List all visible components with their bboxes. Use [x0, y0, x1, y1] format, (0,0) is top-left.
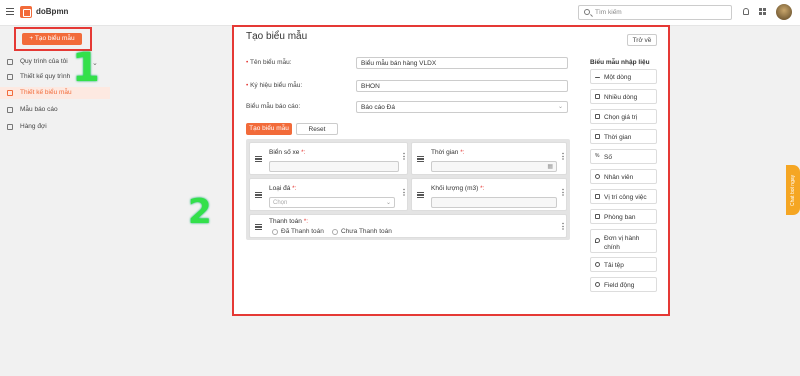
toolbox-title: Biểu mẫu nhập liệu: [590, 59, 650, 66]
toolbox-item-number[interactable]: % Số: [590, 149, 657, 164]
chatbot-tab[interactable]: Chat bot ngay: [786, 165, 800, 215]
form-canvas: Biển số xe *: ⋮ Thời gian *: ▦ ⋮ Loại đá…: [246, 139, 570, 240]
toolbox-item-dynamic-field[interactable]: Field động: [590, 277, 657, 292]
weight-input[interactable]: [431, 197, 557, 208]
drag-handle-icon[interactable]: [255, 192, 262, 198]
radio-unpaid[interactable]: [332, 229, 338, 235]
radio-label: Đã Thanh toán: [281, 228, 324, 235]
stone-type-select[interactable]: Chọn ⌄: [269, 197, 395, 208]
drag-handle-icon[interactable]: [417, 192, 424, 198]
toolbox-item-department[interactable]: Phòng ban: [590, 209, 657, 224]
design-icon: [7, 74, 13, 80]
field-label: Thanh toán *:: [269, 218, 309, 225]
toolbox-item-multi-line[interactable]: Nhiều dòng: [590, 89, 657, 104]
form-name-input[interactable]: Biểu mẫu bán hàng VLDX: [356, 57, 568, 69]
report-icon: [7, 107, 13, 113]
toolbox-item-job-position[interactable]: Vị trí công việc: [590, 189, 657, 204]
bell-icon[interactable]: [743, 8, 749, 15]
sidebar-item-label: Thiết kế biểu mẫu: [20, 89, 72, 96]
location-icon: [595, 238, 600, 243]
report-form-select[interactable]: Báo cáo Đá ⌄: [356, 101, 568, 113]
form-icon: [7, 90, 13, 96]
plate-input[interactable]: [269, 161, 399, 172]
create-form-panel: Tạo biểu mẫu Trở về • Tên biểu mẫu: Biểu…: [232, 25, 670, 316]
calendar-icon: ▦: [547, 164, 553, 170]
form-code-input[interactable]: BHON: [356, 80, 568, 92]
person-icon: [595, 174, 600, 179]
form-code-label: • Ký hiệu biểu mẫu:: [246, 82, 303, 89]
drag-handle-icon[interactable]: [255, 224, 262, 230]
toolbox-item-upload[interactable]: Tải tệp: [590, 257, 657, 272]
line-icon: [595, 77, 600, 78]
reset-button[interactable]: Reset: [296, 123, 338, 135]
time-input[interactable]: ▦: [431, 161, 557, 172]
chevron-down-icon: ⌄: [385, 200, 391, 206]
app-logo-icon: [20, 6, 32, 18]
field-card-stone-type[interactable]: Loại đá *: Chọn ⌄ ⋮: [249, 178, 408, 211]
tab-create-form[interactable]: Tạo biểu mẫu: [246, 123, 292, 135]
avatar[interactable]: [776, 4, 792, 20]
calendar-icon: [595, 134, 600, 139]
radio-paid[interactable]: [272, 229, 278, 235]
toolbox-item-single-line[interactable]: Một dòng: [590, 69, 657, 84]
report-form-value: Báo cáo Đá: [361, 104, 395, 111]
toolbox-item-select[interactable]: Chọn giá trị: [590, 109, 657, 124]
more-options-icon[interactable]: ⋮: [559, 223, 567, 231]
radio-label: Chưa Thanh toán: [341, 228, 392, 235]
sidebar-item-label: Mẫu báo cáo: [20, 106, 58, 113]
field-label: Thời gian *:: [431, 149, 465, 156]
sidebar-item-label: Hàng đợi: [20, 123, 47, 130]
menu-icon[interactable]: [6, 8, 14, 15]
multiline-icon: [595, 94, 600, 99]
field-card-plate[interactable]: Biển số xe *: ⋮: [249, 142, 408, 175]
top-bar: doBpmn Tìm kiếm: [0, 0, 800, 26]
more-options-icon[interactable]: ⋮: [400, 153, 408, 161]
report-form-label: Biểu mẫu báo cáo:: [246, 103, 301, 110]
more-options-icon[interactable]: ⋮: [400, 189, 408, 197]
org-icon: [595, 214, 600, 219]
app-name: doBpmn: [36, 7, 69, 16]
annotation-number-1: 1: [72, 45, 100, 91]
drag-handle-icon[interactable]: [417, 156, 424, 162]
search-icon: [584, 9, 590, 15]
sidebar-item-queue[interactable]: Hàng đợi: [0, 121, 110, 133]
page-title: Tạo biểu mẫu: [246, 31, 308, 42]
back-button[interactable]: Trở về: [627, 34, 657, 46]
field-card-weight[interactable]: Khối lượng (m3) *: ⋮: [411, 178, 567, 211]
search-input[interactable]: Tìm kiếm: [578, 5, 732, 20]
apps-grid-icon[interactable]: [759, 8, 766, 15]
drag-handle-icon[interactable]: [255, 156, 262, 162]
more-options-icon[interactable]: ⋮: [559, 153, 567, 161]
field-label: Biển số xe *:: [269, 149, 306, 156]
annotation-number-2: 2: [188, 192, 212, 232]
form-name-label: • Tên biểu mẫu:: [246, 59, 292, 66]
field-label: Loại đá *:: [269, 185, 297, 192]
field-label: Khối lượng (m3) *:: [431, 185, 485, 192]
search-placeholder: Tìm kiếm: [595, 9, 622, 16]
sidebar-item-label: Quy trình của tôi: [20, 58, 68, 65]
toolbox-item-admin-unit[interactable]: Đơn vị hành chính: [590, 229, 657, 253]
field-card-time[interactable]: Thời gian *: ▦ ⋮: [411, 142, 567, 175]
toolbox-item-employee[interactable]: Nhân viên: [590, 169, 657, 184]
number-icon: %: [595, 153, 600, 159]
position-icon: [595, 194, 600, 199]
sidebar-item-report-templates[interactable]: Mẫu báo cáo: [0, 104, 110, 116]
more-options-icon[interactable]: ⋮: [559, 189, 567, 197]
toolbox-item-time[interactable]: Thời gian: [590, 129, 657, 144]
upload-icon: [595, 262, 600, 267]
chevron-down-icon: ⌄: [557, 104, 563, 110]
queue-icon: [7, 124, 13, 130]
field-card-payment[interactable]: Thanh toán *: Đã Thanh toán Chưa Thanh t…: [249, 214, 567, 238]
sidebar-item-label: Thiết kế quy trình: [20, 73, 71, 80]
process-icon: [7, 59, 13, 65]
dynamic-field-icon: [595, 282, 600, 287]
checkbox-icon: [595, 114, 600, 119]
